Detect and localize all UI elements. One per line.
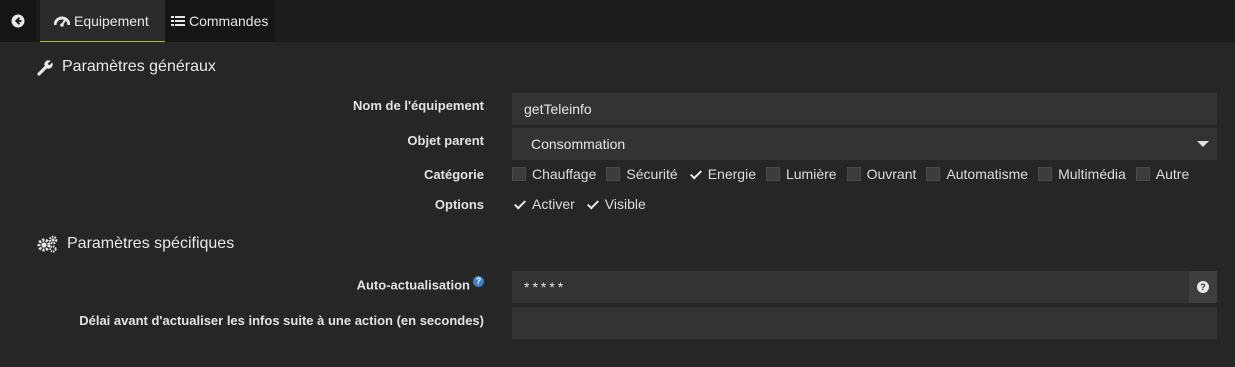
chevron-down-icon xyxy=(1197,141,1209,147)
equipment-name-label: Nom de l'équipement xyxy=(353,98,484,113)
parent-object-select[interactable]: Consommation xyxy=(512,128,1217,160)
checkbox-box[interactable] xyxy=(688,167,702,181)
checkbox-box[interactable] xyxy=(1038,167,1053,181)
tab-equipment[interactable]: Equipement xyxy=(40,0,165,42)
category-checkbox-label: Automatisme xyxy=(946,166,1029,182)
option-checkbox-label: Activer xyxy=(532,196,575,212)
category-label: Catégorie xyxy=(424,167,484,182)
cron-helper-button[interactable]: ? xyxy=(1189,271,1217,303)
question-circle-icon[interactable]: ? xyxy=(473,276,484,287)
arrow-circle-left-icon xyxy=(11,14,25,28)
option-checkbox-enable[interactable]: Activer xyxy=(512,196,575,212)
checkbox-box[interactable] xyxy=(512,167,526,181)
category-checkbox[interactable]: Autre xyxy=(1135,166,1190,182)
category-checkbox-label: Multimédia xyxy=(1058,166,1126,182)
category-checkbox[interactable]: Chauffage xyxy=(512,166,596,182)
category-checkbox-label: Sécurité xyxy=(626,166,678,182)
category-checkbox[interactable]: Automatisme xyxy=(926,166,1028,182)
specific-settings-title: Paramètres spécifiques xyxy=(37,235,234,253)
category-checkbox-label: Chauffage xyxy=(532,166,597,182)
parent-object-label: Objet parent xyxy=(407,133,484,148)
list-icon xyxy=(171,15,185,27)
tachometer-icon xyxy=(54,14,70,28)
category-checkbox-label: Energie xyxy=(707,166,756,182)
category-checkboxes: Chauffage Sécurité Energie Lumière Ouvra… xyxy=(512,166,1199,182)
category-checkbox[interactable]: Energie xyxy=(688,166,756,182)
category-checkbox[interactable]: Ouvrant xyxy=(846,166,917,182)
wrench-icon xyxy=(37,59,54,76)
specific-settings-title-text: Paramètres spécifiques xyxy=(67,235,235,252)
options-label: Options xyxy=(434,197,484,212)
options-checkboxes: Activer Visible xyxy=(512,196,656,212)
tab-commands-label: Commandes xyxy=(189,13,269,29)
tab-bar: Equipement Commandes xyxy=(0,0,1235,42)
option-checkbox-visible[interactable]: Visible xyxy=(585,196,646,212)
checkbox-box[interactable] xyxy=(846,167,861,181)
checkbox-box[interactable] xyxy=(765,167,780,181)
checkbox-box[interactable] xyxy=(1135,167,1150,181)
auto-refresh-label-text: Auto-actualisation xyxy=(356,277,470,293)
question-circle-icon: ? xyxy=(1197,281,1209,293)
delay-input[interactable] xyxy=(512,307,1217,339)
cogs-icon xyxy=(37,235,59,253)
checkbox-box[interactable] xyxy=(926,167,941,181)
category-checkbox-label: Ouvrant xyxy=(866,166,917,182)
back-button[interactable] xyxy=(0,0,36,42)
auto-refresh-label: Auto-actualisation? xyxy=(357,276,484,292)
auto-refresh-input[interactable]: ***** ? xyxy=(512,271,1217,303)
category-checkbox-label: Lumière xyxy=(785,166,837,182)
tab-equipment-label: Equipement xyxy=(74,12,149,29)
parent-object-value: Consommation xyxy=(531,136,626,152)
delay-label: Délai avant d'actualiser les infos suite… xyxy=(79,313,484,328)
category-checkbox-label: Autre xyxy=(1155,166,1190,182)
checkbox-box[interactable] xyxy=(606,167,621,181)
category-checkbox[interactable]: Multimédia xyxy=(1038,166,1126,182)
option-checkbox-label: Visible xyxy=(604,196,646,212)
category-checkbox[interactable]: Lumière xyxy=(765,166,837,182)
equipment-name-input[interactable]: getTeleinfo xyxy=(512,93,1217,125)
checkbox-box[interactable] xyxy=(512,197,526,211)
equipment-name-value: getTeleinfo xyxy=(524,101,592,117)
tab-commands[interactable]: Commandes xyxy=(165,0,275,42)
category-checkbox[interactable]: Sécurité xyxy=(606,166,678,182)
general-settings-title: Paramètres généraux xyxy=(37,58,216,76)
general-settings-title-text: Paramètres généraux xyxy=(62,58,216,75)
auto-refresh-value: ***** xyxy=(524,279,567,295)
checkbox-box[interactable] xyxy=(585,197,599,211)
